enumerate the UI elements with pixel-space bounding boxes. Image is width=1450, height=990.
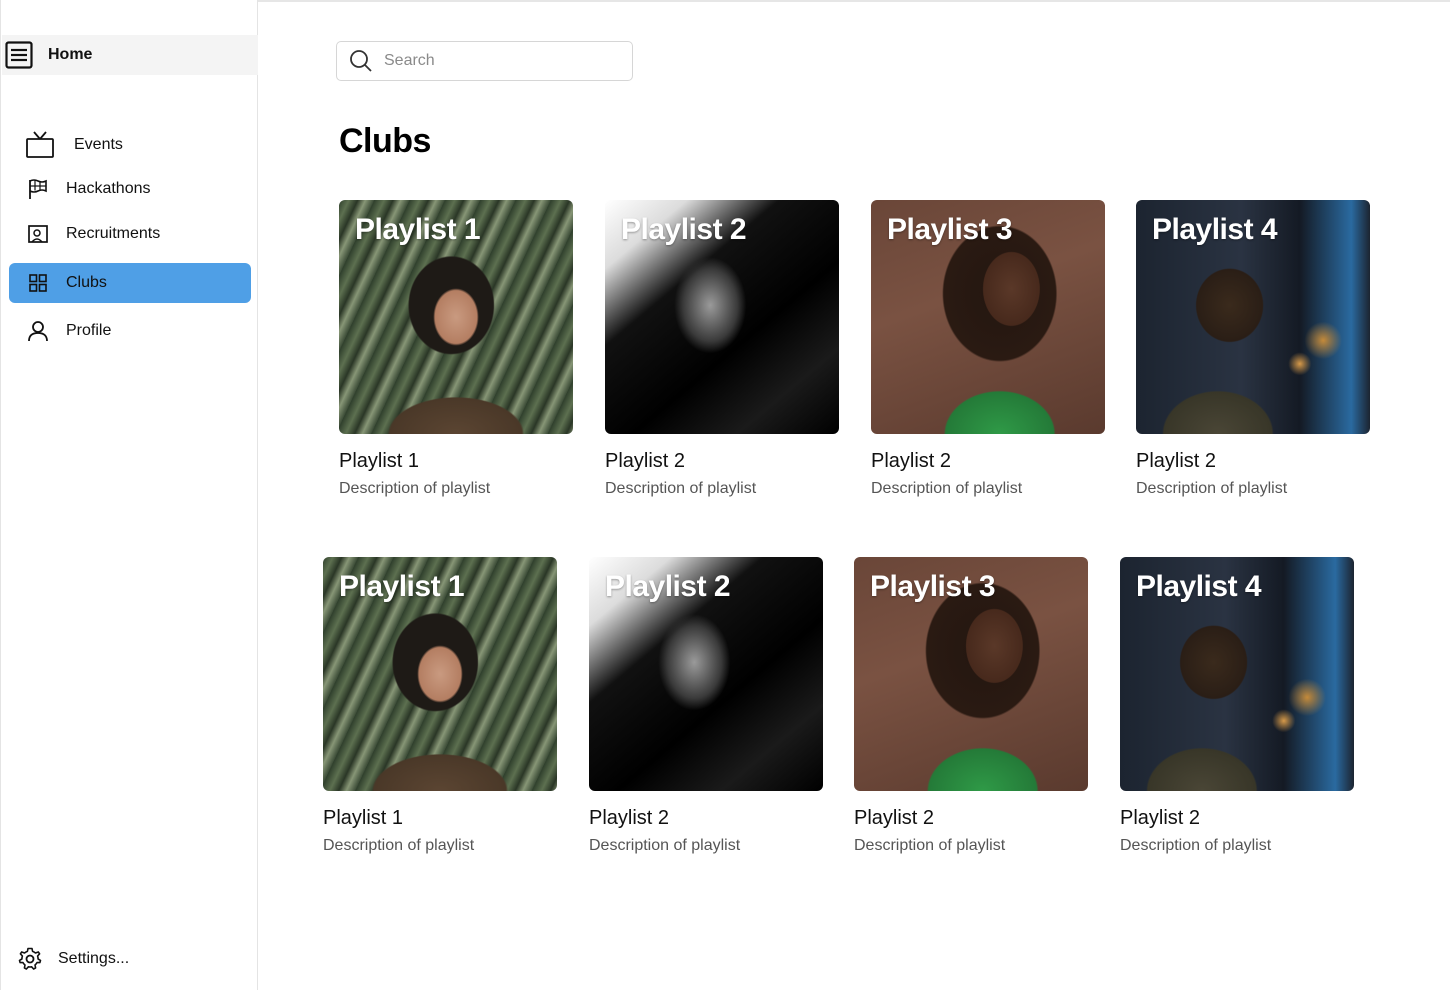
sidebar-item-hackathons[interactable]: Hackathons — [9, 169, 251, 209]
card-description: Description of playlist — [323, 837, 475, 854]
card-description: Description of playlist — [1120, 837, 1272, 854]
cover-title: Playlist 2 — [621, 213, 747, 246]
user-icon — [25, 318, 51, 344]
card-title: Playlist 2 — [1136, 450, 1217, 472]
playlist-card[interactable]: Playlist 3 Playlist 2 Description of pla… — [854, 557, 1088, 855]
playlist-cover-image[interactable]: Playlist 3 — [871, 200, 1105, 434]
playlist-card[interactable]: Playlist 3 Playlist 2 Description of pla… — [871, 200, 1105, 498]
card-description: Description of playlist — [1136, 480, 1288, 497]
cover-title: Playlist 4 — [1136, 570, 1262, 603]
card-description: Description of playlist — [871, 480, 1023, 497]
card-title: Playlist 1 — [323, 807, 404, 829]
sidebar-item-profile[interactable]: Profile — [9, 311, 251, 351]
playlist-card[interactable]: Playlist 2 Playlist 2 Description of pla… — [605, 200, 839, 498]
page-title: Clubs — [339, 122, 431, 160]
home-label: Home — [48, 46, 93, 63]
sidebar-item-label: Profile — [66, 322, 112, 339]
cover-title: Playlist 3 — [887, 213, 1013, 246]
search-box[interactable] — [336, 41, 633, 81]
sidebar-item-events[interactable]: Events — [9, 125, 251, 165]
card-title: Playlist 2 — [871, 450, 952, 472]
playlist-cover-image[interactable]: Playlist 4 — [1136, 200, 1370, 434]
playlist-cover-image[interactable]: Playlist 4 — [1120, 557, 1354, 791]
cover-title: Playlist 2 — [605, 570, 731, 603]
playlist-cover-image[interactable]: Playlist 3 — [854, 557, 1088, 791]
sidebar-home[interactable]: Home — [2, 35, 258, 75]
portrait-icon — [25, 221, 51, 247]
card-title: Playlist 2 — [605, 450, 686, 472]
sidebar-item-label: Clubs — [66, 274, 107, 291]
sidebar: Home Events Hackathons Recruitments Club… — [0, 0, 258, 990]
playlist-cover-image[interactable]: Playlist 1 — [339, 200, 573, 434]
playlist-cover-image[interactable]: Playlist 2 — [589, 557, 823, 791]
card-description: Description of playlist — [605, 480, 757, 497]
card-description: Description of playlist — [854, 837, 1006, 854]
sidebar-item-clubs[interactable]: Clubs — [9, 263, 251, 303]
playlist-cover-image[interactable]: Playlist 1 — [323, 557, 557, 791]
card-description: Description of playlist — [339, 480, 491, 497]
cover-title: Playlist 3 — [870, 570, 996, 603]
card-title: Playlist 2 — [589, 807, 670, 829]
playlist-card[interactable]: Playlist 1 Playlist 1 Description of pla… — [339, 200, 573, 498]
tv-icon — [25, 130, 55, 160]
settings-label: Settings... — [58, 950, 130, 967]
cover-title: Playlist 1 — [339, 570, 465, 603]
cover-title: Playlist 1 — [355, 213, 481, 246]
sidebar-item-label: Recruitments — [66, 225, 161, 242]
playlist-card[interactable]: Playlist 1 Playlist 1 Description of pla… — [323, 557, 557, 855]
sidebar-item-label: Hackathons — [66, 180, 151, 197]
playlist-cover-image[interactable]: Playlist 2 — [605, 200, 839, 434]
gear-icon — [17, 946, 43, 972]
playlist-card[interactable]: Playlist 4 Playlist 2 Description of pla… — [1120, 557, 1354, 855]
settings-button[interactable]: Settings... — [17, 944, 129, 974]
sidebar-item-label: Events — [74, 136, 123, 153]
flag-icon — [25, 176, 51, 202]
card-title: Playlist 2 — [854, 807, 935, 829]
search-input[interactable] — [384, 52, 614, 70]
playlist-card[interactable]: Playlist 2 Playlist 2 Description of pla… — [589, 557, 823, 855]
grid-icon — [25, 270, 51, 296]
card-title: Playlist 2 — [1120, 807, 1201, 829]
cover-title: Playlist 4 — [1152, 213, 1278, 246]
search-icon — [349, 49, 373, 73]
sidebar-item-recruitments[interactable]: Recruitments — [9, 214, 251, 254]
playlist-card[interactable]: Playlist 4 Playlist 2 Description of pla… — [1136, 200, 1370, 498]
menu-icon[interactable] — [5, 41, 33, 69]
card-title: Playlist 1 — [339, 450, 420, 472]
card-description: Description of playlist — [589, 837, 741, 854]
